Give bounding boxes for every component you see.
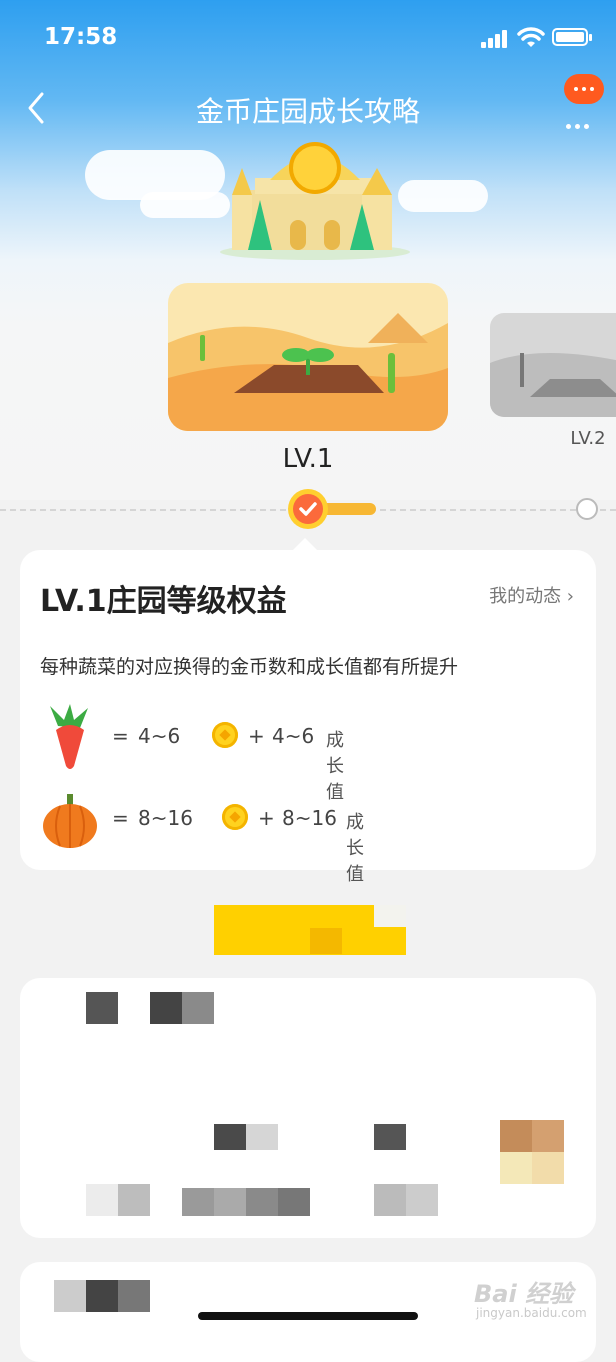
- level-progress-bar: [320, 503, 376, 515]
- plus-sign: +: [248, 724, 265, 748]
- desert-seedling-illustration: [168, 283, 448, 431]
- redacted-heading: [310, 928, 342, 954]
- castle-illustration: [220, 142, 410, 260]
- growth-amount: 4~6: [272, 724, 315, 748]
- redacted-card: [20, 978, 596, 1238]
- coin-amount: 8~16: [138, 806, 193, 830]
- redacted-content: [500, 1120, 532, 1152]
- current-level-marker: [288, 489, 328, 529]
- redacted-content: [54, 1280, 86, 1312]
- redacted-content: [246, 1124, 278, 1150]
- redacted-content: [246, 1188, 278, 1216]
- watermark-sub: jingyan.baidu.com: [476, 1306, 587, 1320]
- redacted-heading: [374, 905, 406, 927]
- pumpkin-icon: [43, 794, 97, 848]
- redacted-content: [532, 1152, 564, 1184]
- redacted-content: [86, 1184, 118, 1216]
- redacted-content: [150, 992, 182, 1024]
- redacted-content: [214, 1124, 246, 1150]
- redacted-content: [118, 1280, 150, 1312]
- more-menu-button[interactable]: [560, 74, 604, 129]
- cloud-decoration: [140, 192, 230, 218]
- cellular-signal-icon: [481, 30, 509, 48]
- redacted-content: [182, 1188, 214, 1216]
- status-bar: 17:58: [0, 0, 616, 80]
- home-indicator[interactable]: [198, 1312, 418, 1320]
- benefits-title: LV.1庄园等级权益: [40, 584, 287, 619]
- cloud-decoration: [398, 180, 488, 212]
- nav-bar: 金币庄园成长攻略: [0, 74, 616, 136]
- level-card-lv1[interactable]: [168, 283, 448, 431]
- level-benefits-panel: LV.1庄园等级权益 我的动态 › 每种蔬菜的对应换得的金币数和成长值都有所提升…: [20, 550, 596, 885]
- checkmark-icon: [299, 502, 317, 516]
- message-bubble-icon: [564, 74, 604, 104]
- level-label-lv1: LV.1: [282, 444, 334, 474]
- gold-coin-icon: [212, 722, 238, 748]
- plus-sign: +: [258, 806, 275, 830]
- level-card-lv2[interactable]: [490, 313, 616, 417]
- locked-level-illustration: [490, 313, 616, 417]
- redacted-content: [374, 1184, 406, 1216]
- gold-coin-icon: [222, 804, 248, 830]
- growth-amount: 8~16: [282, 806, 337, 830]
- page-title: 金币庄园成长攻略: [195, 95, 420, 128]
- redacted-content: [374, 1124, 406, 1150]
- level-label-lv2: LV.2: [570, 428, 606, 449]
- next-level-marker: [576, 498, 598, 520]
- redacted-content: [118, 1184, 150, 1216]
- equals-sign: =: [112, 806, 129, 830]
- more-dots-icon: [566, 114, 593, 133]
- carrot-icon: [50, 704, 88, 769]
- watermark: Bai 经验 jingyan.baidu.com: [474, 1274, 610, 1330]
- redacted-content: [86, 992, 118, 1024]
- growth-unit: 成长值: [346, 812, 364, 885]
- watermark-main: Bai 经验: [474, 1280, 574, 1308]
- redacted-content: [278, 1188, 310, 1216]
- redacted-content: [214, 1188, 246, 1216]
- equals-sign: =: [112, 724, 129, 748]
- redacted-content: [86, 1280, 118, 1312]
- coin-amount: 4~6: [138, 724, 181, 748]
- benefits-description: 每种蔬菜的对应换得的金币数和成长值都有所提升: [40, 656, 459, 678]
- status-time: 17:58: [44, 24, 118, 50]
- redacted-content: [532, 1120, 564, 1152]
- redacted-content: [406, 1184, 438, 1216]
- my-activity-link[interactable]: 我的动态 ›: [489, 582, 574, 608]
- redacted-content: [182, 992, 214, 1024]
- wifi-icon: [517, 27, 545, 47]
- battery-icon: [552, 28, 592, 46]
- redacted-content: [500, 1152, 532, 1184]
- growth-unit: 成长值: [326, 730, 344, 803]
